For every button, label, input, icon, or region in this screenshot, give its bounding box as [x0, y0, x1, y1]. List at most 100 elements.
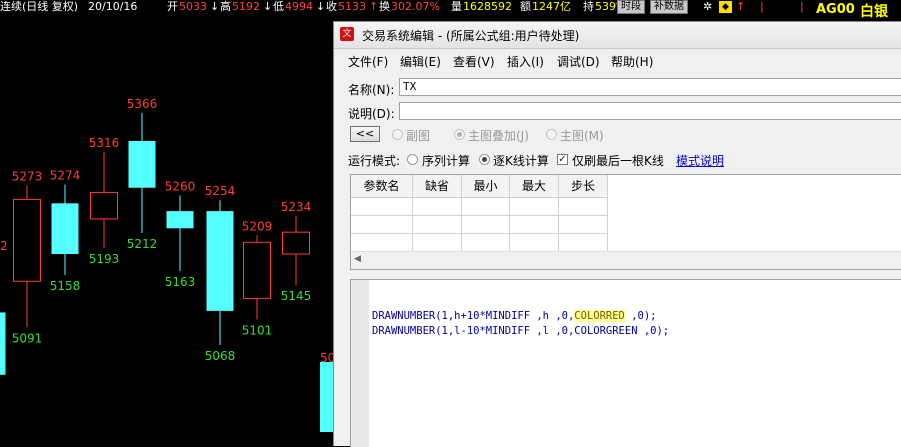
mode-help-link[interactable]: 模式说明	[676, 152, 724, 169]
low-value-label: 5212	[127, 237, 158, 251]
code-line[interactable]: DRAWNUMBER(1,h+10*MINDIFF ,h ,0,COLORRED…	[372, 310, 656, 322]
close-label: 收	[326, 0, 337, 13]
last-bar-only-label: 仅刷最后一根K线	[572, 154, 664, 168]
param-cell[interactable]	[559, 234, 608, 252]
code-editor[interactable]: DRAWNUMBER(1,h+10*MINDIFF ,h ,0,COLORRED…	[350, 279, 901, 447]
separator-icon: |	[800, 0, 804, 13]
status-bar: 连续(日线 复权) 20/10/16 开 5033 ↓ 高 5192 ↓ 低 4…	[0, 0, 901, 14]
param-header-step: 步长	[559, 175, 608, 198]
position-label: 持	[583, 0, 594, 13]
formula-editor-dialog: 文 交易系统编辑 - (所属公式组:用户待处理) 文件(F) 编辑(E) 查看(…	[333, 21, 901, 447]
param-cell[interactable]	[559, 198, 608, 216]
main-overlay-radio[interactable]	[454, 129, 465, 140]
candle-body	[166, 211, 194, 229]
chart-date: 20/10/16	[88, 0, 138, 13]
param-table-scrollbar[interactable]: ◀	[351, 251, 901, 269]
last-bar-only-checkbox[interactable]: ✓	[557, 154, 568, 165]
menu-file[interactable]: 文件(F)	[348, 53, 388, 70]
menu-debug[interactable]: 调试(D)	[557, 53, 600, 70]
param-cell[interactable]	[413, 234, 462, 252]
subchart-label: 副图	[406, 129, 431, 143]
main-chart-radio[interactable]	[546, 129, 557, 140]
main-overlay-label: 主图叠加(J)	[468, 129, 529, 143]
menu-view[interactable]: 查看(V)	[453, 53, 495, 70]
param-cell[interactable]	[351, 198, 413, 216]
volume-label: 量	[451, 0, 462, 13]
param-header-min: 最小	[462, 175, 510, 198]
param-cell[interactable]	[462, 234, 510, 252]
low-value: 4994	[285, 0, 313, 13]
high-value-label: 5274	[50, 169, 81, 183]
supplement-data-button[interactable]: 补数据	[650, 0, 688, 14]
candle-body	[13, 198, 41, 282]
param-cell[interactable]	[510, 216, 559, 234]
up-arrow-icon: ↑	[369, 0, 379, 13]
param-cell[interactable]	[510, 234, 559, 252]
description-input[interactable]	[399, 102, 901, 120]
low-value-label: 5158	[50, 279, 81, 293]
param-header-default: 缺省	[413, 175, 462, 198]
low-label: 低	[273, 0, 284, 13]
scroll-left-icon[interactable]: ◀	[354, 254, 361, 264]
high-value-label: 5234	[281, 200, 312, 214]
collapse-button[interactable]: <<	[350, 126, 380, 142]
param-cell[interactable]	[559, 216, 608, 234]
param-cell[interactable]	[351, 216, 413, 234]
per-bar-mode-label: 逐K线计算	[493, 154, 549, 168]
parameter-table[interactable]: 参数名 缺省 最小 最大 步长 ◀	[350, 174, 901, 270]
partial-value-label: 2	[0, 239, 8, 253]
close-value: 5133	[338, 0, 366, 13]
candle-body	[0, 312, 6, 375]
high-value-label: 5273	[12, 169, 43, 183]
high-label: 高	[220, 0, 231, 13]
param-header-max: 最大	[510, 175, 559, 198]
candle-body	[282, 231, 310, 255]
low-value-label: 5091	[12, 331, 43, 345]
high-value-label: 5316	[89, 136, 120, 150]
color-constant: COLORRED	[574, 310, 625, 322]
name-label: 名称(N):	[348, 83, 395, 97]
settings-icon[interactable]: ✲	[703, 0, 712, 14]
candle-body	[90, 191, 118, 220]
param-cell[interactable]	[462, 216, 510, 234]
low-value-label: 5101	[242, 323, 273, 337]
sequence-mode-label: 序列计算	[422, 154, 471, 168]
chart-title: 连续(日线 复权)	[0, 0, 79, 13]
open-value: 5033	[179, 0, 207, 13]
candle-body	[51, 203, 79, 254]
menu-insert[interactable]: 插入(I)	[507, 53, 544, 70]
per-bar-mode-radio[interactable]	[479, 154, 490, 165]
up-arrow-icon: ↑	[736, 0, 746, 13]
period-button[interactable]: 时段	[617, 0, 645, 14]
dialog-titlebar[interactable]: 文 交易系统编辑 - (所属公式组:用户待处理)	[334, 22, 901, 49]
high-value: 5192	[232, 0, 260, 13]
diamond-icon[interactable]: ◆	[719, 1, 732, 13]
code-line[interactable]: DRAWNUMBER(1,l-10*MINDIFF ,l ,0,COLORGRE…	[372, 325, 669, 337]
volume-value: 1628592	[463, 0, 512, 13]
param-cell[interactable]	[413, 216, 462, 234]
run-mode-label: 运行模式:	[348, 154, 401, 168]
menu-help[interactable]: 帮助(H)	[611, 53, 653, 70]
name-input[interactable]: TX	[399, 78, 901, 96]
low-value-label: 5163	[165, 275, 196, 289]
amount-value: 1247亿	[532, 0, 571, 13]
param-cell[interactable]	[510, 198, 559, 216]
menu-bar: 文件(F) 编辑(E) 查看(V) 插入(I) 调试(D) 帮助(H)	[334, 50, 901, 70]
param-cell[interactable]	[413, 198, 462, 216]
description-label: 说明(D):	[348, 107, 395, 121]
menu-edit[interactable]: 编辑(E)	[400, 53, 441, 70]
param-cell[interactable]	[351, 234, 413, 252]
high-value-label: 5366	[127, 97, 158, 111]
amount-label: 额	[520, 0, 531, 13]
main-chart-label: 主图(M)	[560, 129, 604, 143]
sequence-mode-radio[interactable]	[407, 154, 418, 165]
app-icon: 文	[340, 27, 354, 41]
param-cell[interactable]	[462, 198, 510, 216]
separator-icon: |	[760, 0, 764, 13]
candle-body	[320, 362, 333, 432]
low-value-label: 5193	[89, 252, 120, 266]
candle-body	[243, 241, 271, 299]
color-constant: COLORGREEN	[574, 325, 638, 337]
down-arrow-icon: ↓	[263, 0, 273, 13]
subchart-radio[interactable]	[392, 129, 403, 140]
